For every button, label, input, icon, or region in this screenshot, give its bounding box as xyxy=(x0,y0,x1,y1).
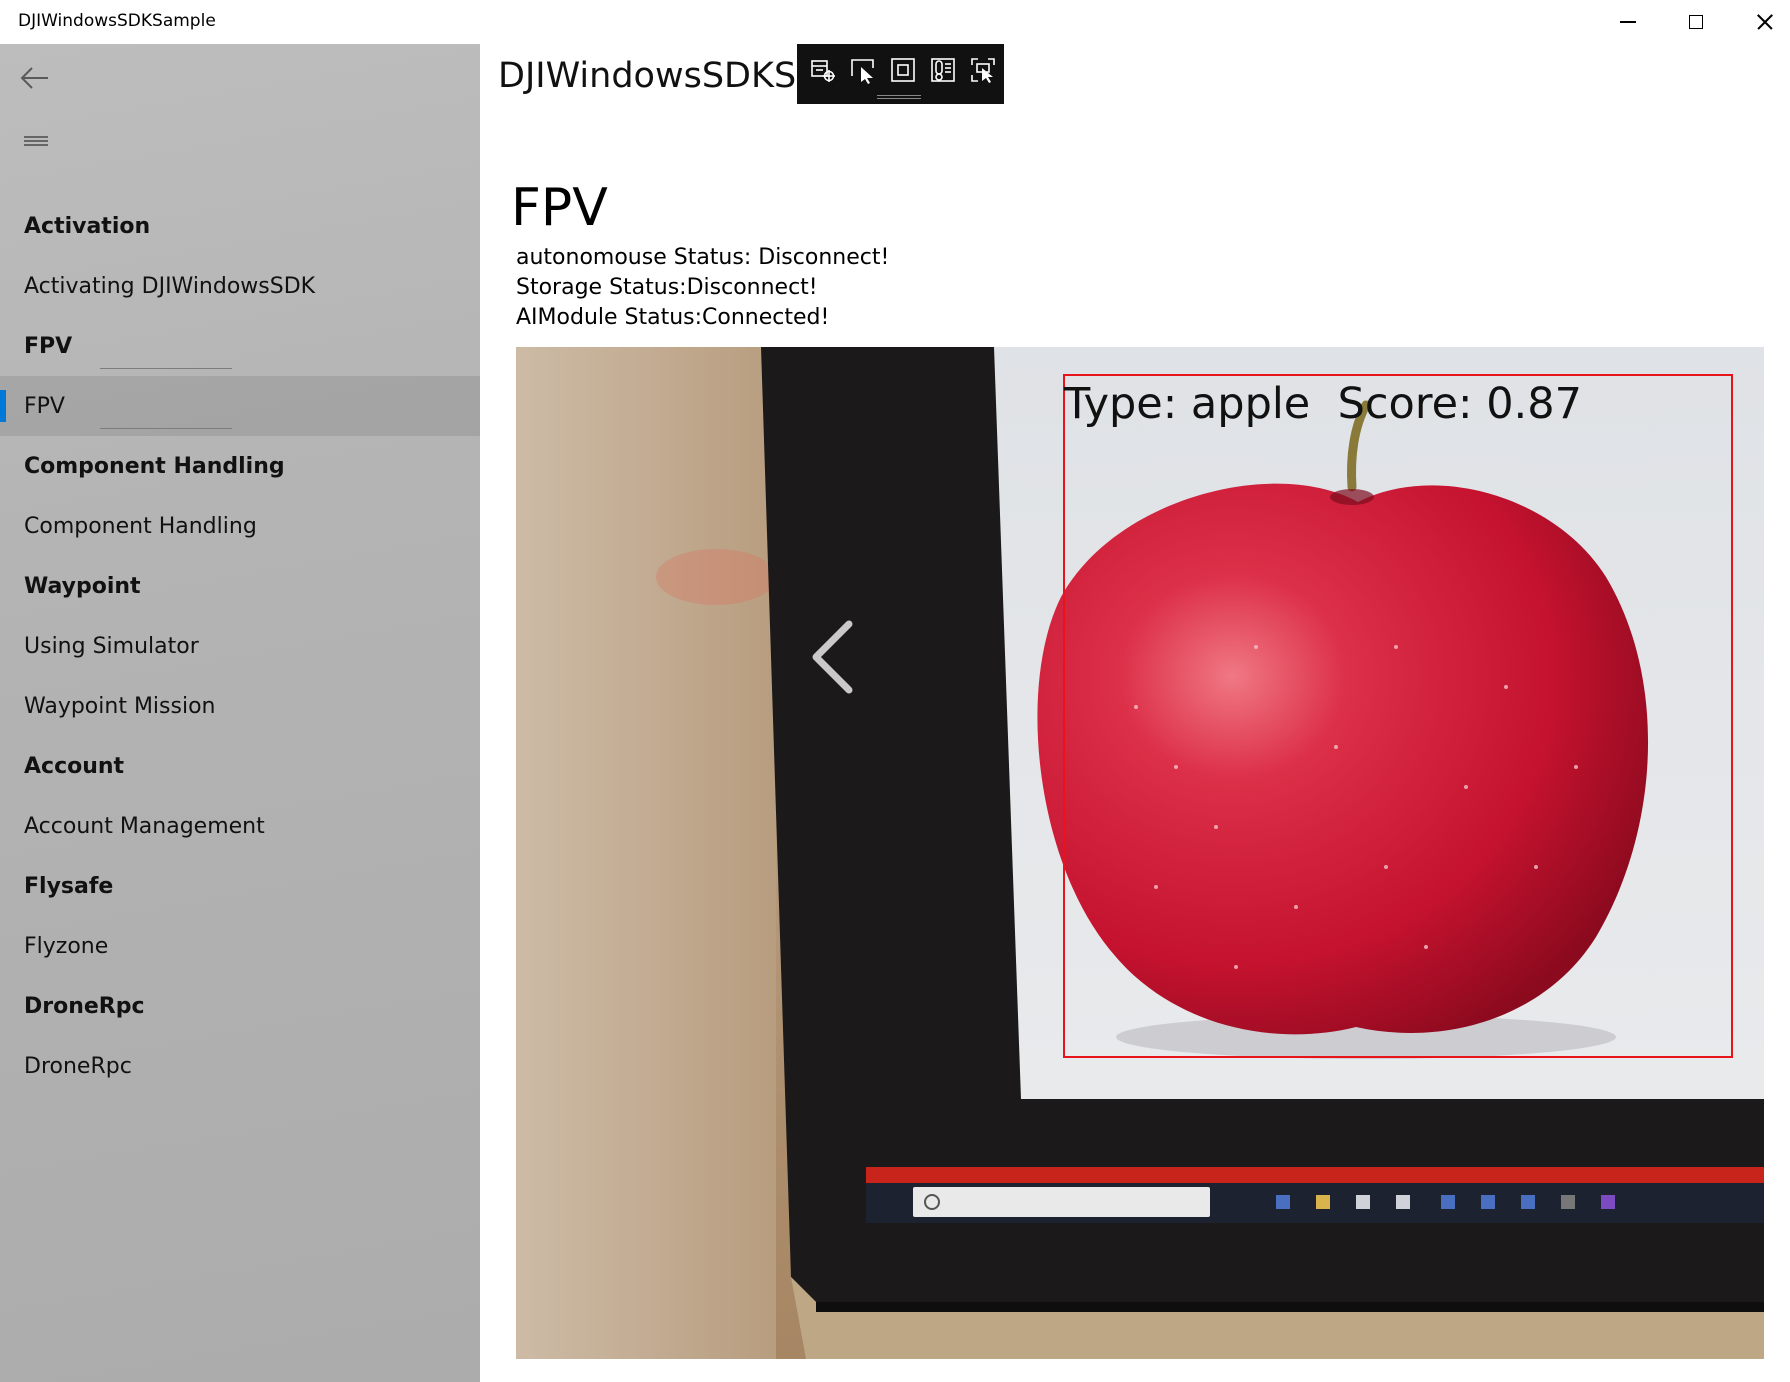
autonomous-status-text: autonomouse Status: Disconnect! xyxy=(516,245,890,270)
nav-item-label: DroneRpc xyxy=(24,993,145,1019)
nav-item-label: DroneRpc xyxy=(24,1053,132,1079)
nav-header-activation: Activation xyxy=(0,196,480,256)
xaml-debug-toolbar xyxy=(797,44,1004,104)
fpv-video-feed: Type: apple Score: 0.87 xyxy=(516,347,1764,1359)
hamburger-menu-icon xyxy=(24,136,48,146)
nav-item-label: Account xyxy=(24,753,125,779)
page-title: FPV xyxy=(511,178,608,238)
nav-item-label: Waypoint Mission xyxy=(24,693,216,719)
nav-divider xyxy=(100,428,232,429)
nav-item-label: Account Management xyxy=(24,813,265,839)
nav-item-label: Activation xyxy=(24,213,151,239)
nav-header-component-handling: Component Handling xyxy=(0,436,480,496)
nav-item-dronerpc[interactable]: DroneRpc xyxy=(0,1036,480,1096)
nav-item-waypoint-mission[interactable]: Waypoint Mission xyxy=(0,676,480,736)
select-element-icon[interactable] xyxy=(849,56,877,84)
nav-item-label: FPV xyxy=(24,393,65,419)
nav-item-label: FPV xyxy=(24,333,73,359)
nav-item-account-management[interactable]: Account Management xyxy=(0,796,480,856)
hamburger-menu-button[interactable] xyxy=(18,126,54,158)
display-layout-adorners-icon[interactable] xyxy=(889,56,917,84)
nav-item-label: Component Handling xyxy=(24,513,257,539)
maximize-button[interactable] xyxy=(1666,0,1726,44)
track-focus-icon[interactable] xyxy=(929,56,957,84)
back-button[interactable] xyxy=(18,60,54,96)
nav-item-label: Waypoint xyxy=(24,573,141,599)
maximize-icon xyxy=(1689,15,1703,29)
back-arrow-icon xyxy=(20,67,48,89)
window-title: DJIWindowsSDKSample xyxy=(18,11,216,31)
preview-selection-icon[interactable] xyxy=(969,56,997,84)
minimize-button[interactable] xyxy=(1598,0,1658,44)
nav-header-flysafe: Flysafe xyxy=(0,856,480,916)
nav-list: Activation Activating DJIWindowsSDK FPV FPV… xyxy=(0,196,480,1096)
close-button[interactable] xyxy=(1735,0,1790,44)
nav-header-dronerpc: DroneRpc xyxy=(0,976,480,1036)
nav-item-label: Using Simulator xyxy=(24,633,199,659)
selection-indicator xyxy=(0,390,6,422)
live-visual-tree-icon[interactable] xyxy=(809,56,837,84)
nav-header-waypoint: Waypoint xyxy=(0,556,480,616)
page-header-title: DJIWindowsSDKSample xyxy=(498,56,798,96)
nav-item-component-handling[interactable]: Component Handling xyxy=(0,496,480,556)
minimize-icon xyxy=(1620,21,1636,23)
nav-item-fpv[interactable]: FPV xyxy=(0,376,480,436)
detection-bounding-box xyxy=(1063,374,1733,1058)
ai-module-status-text: AIModule Status:Connected! xyxy=(516,305,830,330)
toolbar-drag-handle[interactable] xyxy=(877,95,921,99)
window-title-bar: DJIWindowsSDKSample xyxy=(0,0,1790,44)
storage-status-text: Storage Status:Disconnect! xyxy=(516,275,818,300)
nav-header-fpv: FPV xyxy=(0,316,480,376)
navigation-pane: Activation Activating DJIWindowsSDK FPV FPV… xyxy=(0,44,480,1382)
nav-header-account: Account xyxy=(0,736,480,796)
detection-label: Type: apple Score: 0.87 xyxy=(1064,379,1582,429)
nav-item-flyzone[interactable]: Flyzone xyxy=(0,916,480,976)
nav-item-label: Activating DJIWindowsSDK xyxy=(24,273,316,299)
close-icon xyxy=(1756,13,1774,31)
nav-item-label: Flyzone xyxy=(24,933,109,959)
nav-item-label: Flysafe xyxy=(24,873,114,899)
nav-item-label: Component Handling xyxy=(24,453,285,479)
nav-item-using-simulator[interactable]: Using Simulator xyxy=(0,616,480,676)
nav-divider xyxy=(100,368,232,369)
nav-item-activating-djiwindowssdk[interactable]: Activating DJIWindowsSDK xyxy=(0,256,480,316)
